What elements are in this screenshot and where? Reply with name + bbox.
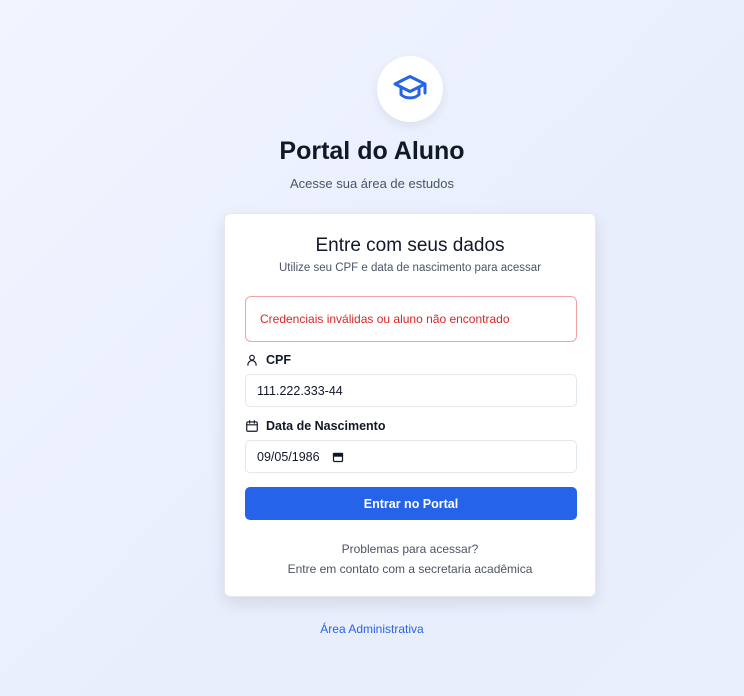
error-alert: Credenciais inválidas ou aluno não encon… [245, 296, 577, 342]
card-title: Entre com seus dados [315, 235, 505, 256]
cpf-label-text: CPF [266, 353, 291, 367]
error-message: Credenciais inválidas ou aluno não encon… [260, 312, 510, 326]
page-title: Portal do Aluno [279, 137, 465, 165]
admin-area-link-wrapper: Área Administrativa [0, 622, 744, 636]
cpf-label: CPF [245, 353, 291, 367]
cpf-input[interactable] [257, 383, 457, 398]
help-contact: Entre em contato com a secretaria acadêm… [287, 562, 533, 576]
birthdate-label: Data de Nascimento [245, 419, 385, 433]
birthdate-label-text: Data de Nascimento [266, 419, 386, 433]
help-question: Problemas para acessar? [341, 542, 479, 556]
cpf-field[interactable] [245, 374, 577, 407]
submit-button[interactable]: Entrar no Portal [245, 487, 577, 520]
graduation-cap-icon [392, 69, 428, 110]
birthdate-field[interactable]: 09/05/1986 [245, 440, 577, 473]
login-card: Entre com seus dados Utilize seu CPF e d… [224, 213, 596, 597]
admin-area-link[interactable]: Área Administrativa [320, 622, 423, 636]
logo-badge [377, 56, 443, 122]
card-subtitle: Utilize seu CPF e data de nascimento par… [278, 262, 542, 274]
birthdate-value[interactable]: 09/05/1986 [257, 450, 320, 464]
user-icon [245, 353, 259, 367]
calendar-icon [245, 419, 259, 433]
page-subtitle: Acesse sua área de estudos [289, 176, 455, 191]
calendar-picker-icon[interactable] [332, 451, 344, 463]
